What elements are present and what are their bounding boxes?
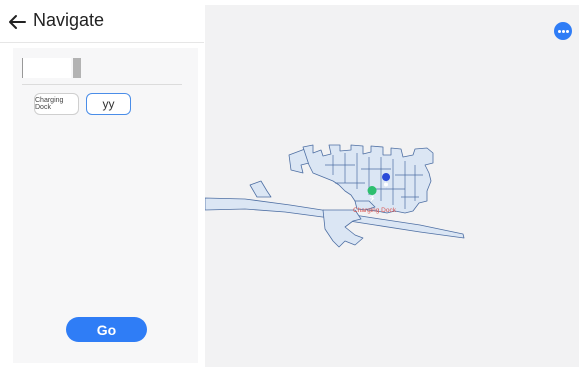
destination-chip-yy[interactable]: yy — [86, 93, 131, 115]
destination-chip-charging-dock[interactable]: Charging Dock — [34, 93, 79, 115]
go-button[interactable]: Go — [66, 317, 147, 342]
search-input[interactable] — [22, 58, 71, 78]
charging-dock-label: Charging Dock — [353, 207, 396, 214]
floor-map — [205, 144, 465, 248]
destination-panel: Charging Dock yy Go — [13, 48, 198, 363]
search-box — [22, 56, 182, 85]
arrow-left-icon[interactable] — [6, 10, 28, 34]
search-scroll-handle[interactable] — [73, 58, 81, 78]
page-title: Navigate — [33, 10, 105, 30]
more-horizontal-icon[interactable] — [554, 22, 572, 40]
map-view[interactable]: Charging Dock — [205, 5, 579, 367]
map-floor-area — [205, 144, 465, 248]
header-bar: Navigate — [0, 0, 204, 43]
